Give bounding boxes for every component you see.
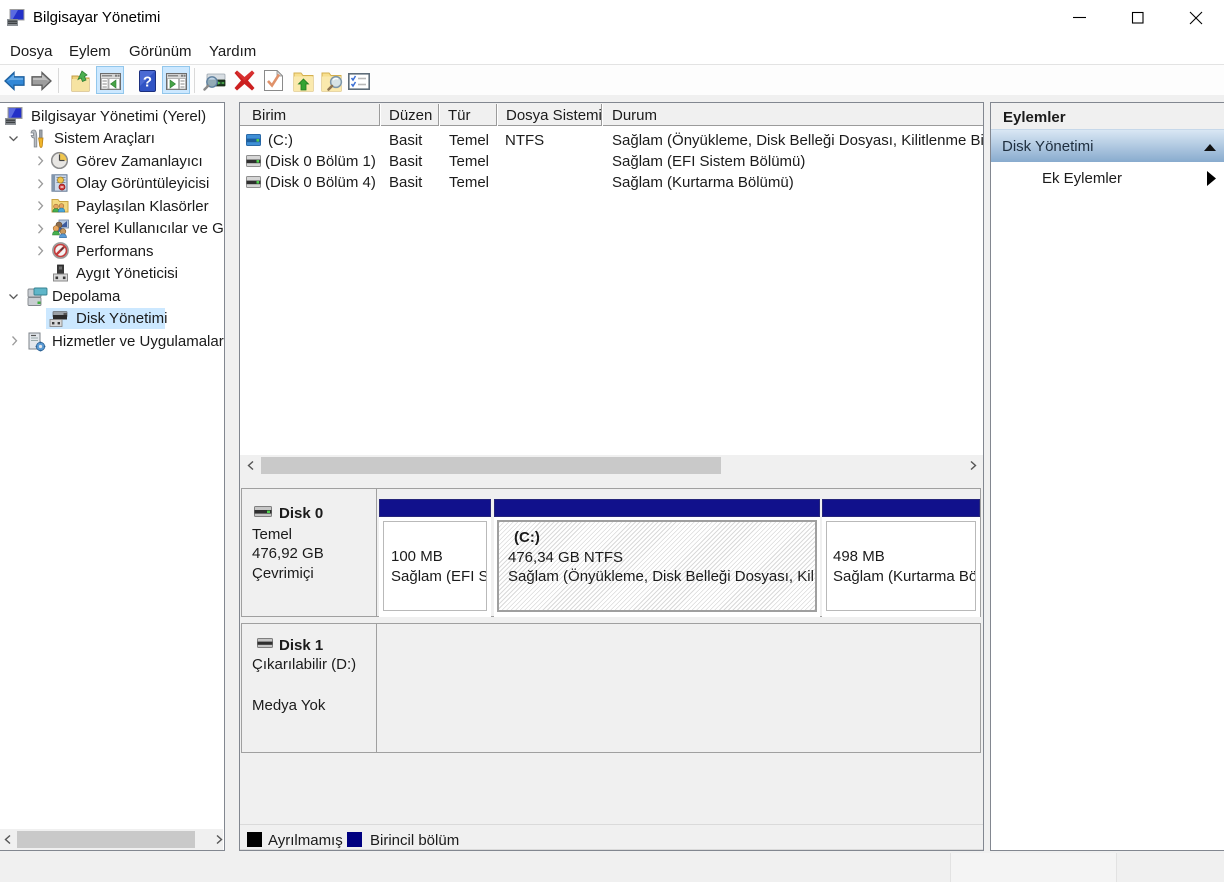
svg-text:?: ? (143, 74, 152, 91)
